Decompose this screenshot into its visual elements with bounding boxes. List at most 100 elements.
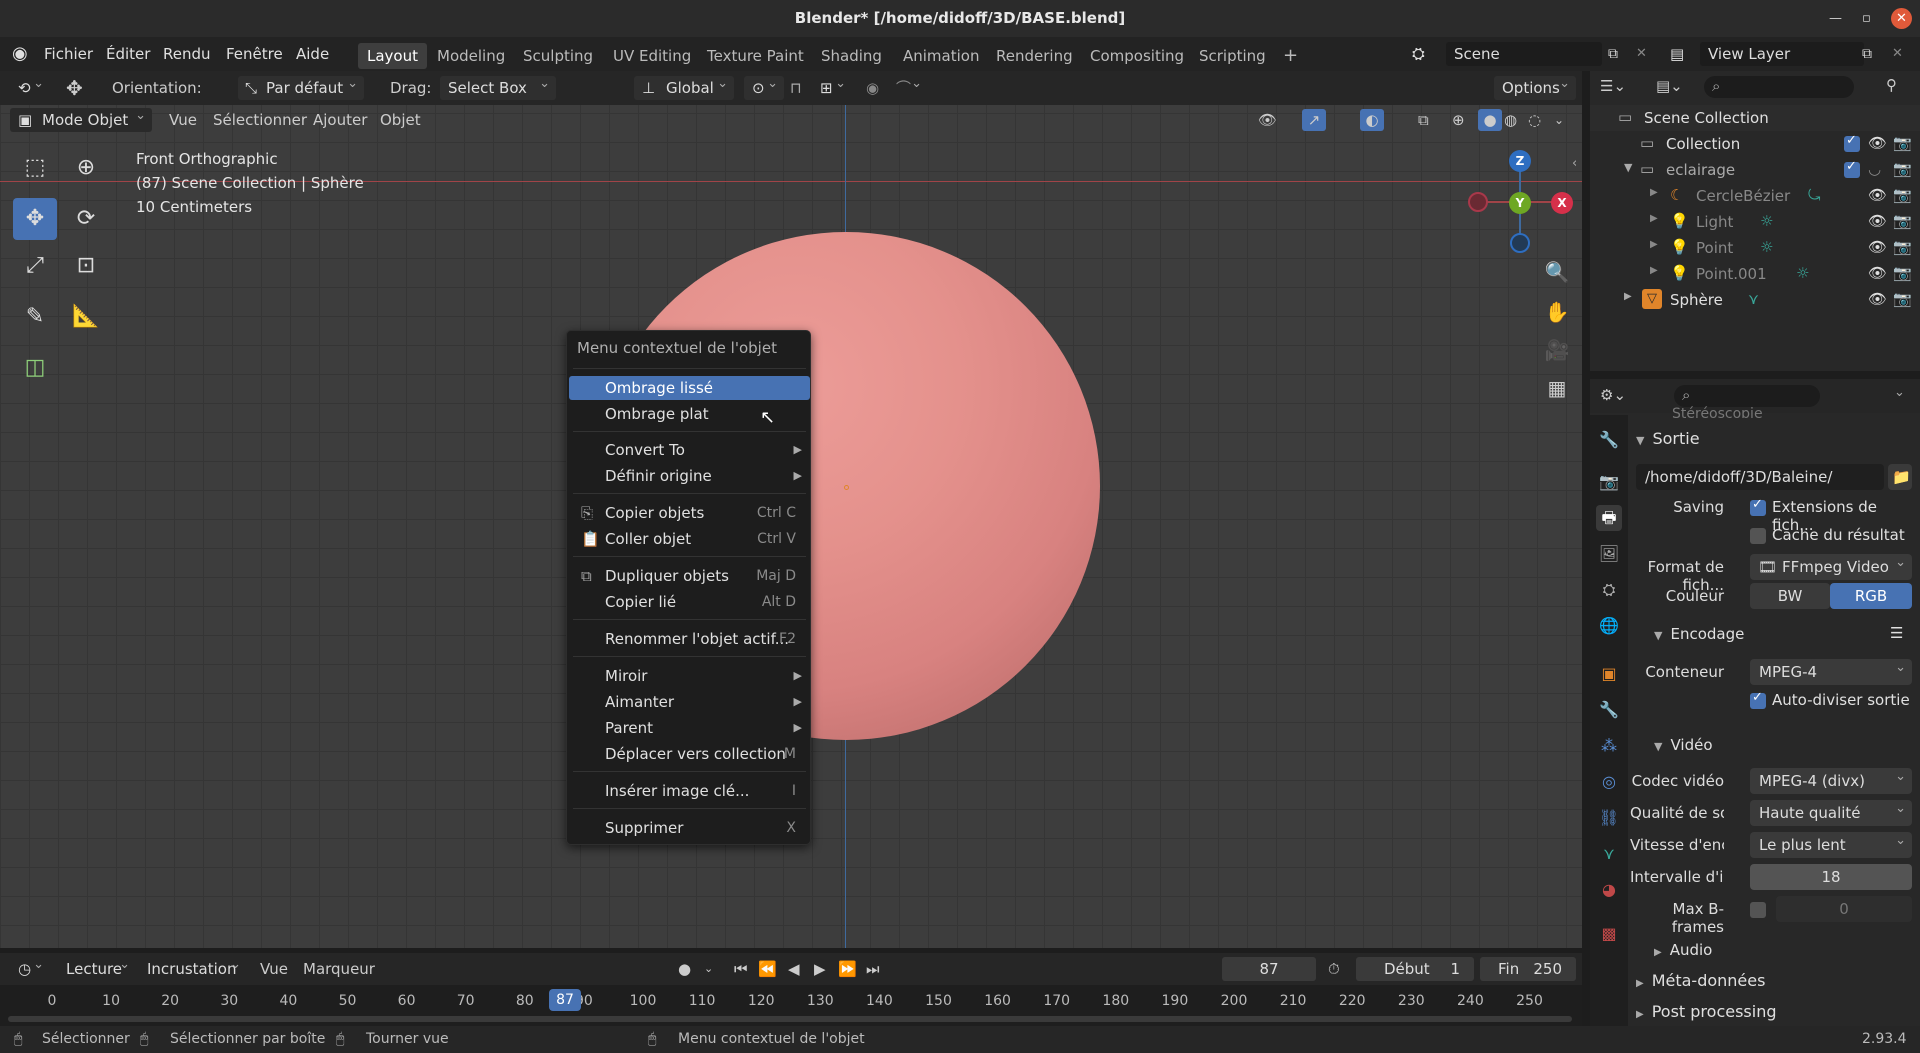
expand-arrow-icon[interactable]: ▶ xyxy=(1650,265,1658,276)
panel-options-chevron-icon[interactable]: ⌄ xyxy=(1894,385,1905,400)
menu-item-aimanter[interactable]: Aimanter ▶ xyxy=(569,690,810,714)
timeline-area[interactable]: 0 10 20 30 40 50 60 70 80 90 100 110 120 130 140 150 160… xyxy=(0,985,1582,1026)
tab-animation[interactable]: Animation xyxy=(894,43,988,69)
outliner-editor-icon[interactable]: ☰⌄ xyxy=(1600,77,1626,95)
properties-editor-icon[interactable]: ⚙⌄ xyxy=(1600,386,1626,404)
solid-shading-icon[interactable]: ● xyxy=(1478,109,1502,131)
video-codec-dropdown[interactable]: MPEG-4 (divx) xyxy=(1750,764,1912,794)
menu-editer[interactable]: Éditer xyxy=(106,37,150,71)
preview-range-icon[interactable]: ⏱ xyxy=(1328,953,1340,985)
stereoscopy-section-partial[interactable]: Stéréoscopie xyxy=(1672,406,1763,418)
timeline-scrollbar[interactable] xyxy=(8,1016,1572,1022)
camera-icon[interactable]: 📷 xyxy=(1893,160,1912,178)
prev-keyframe-icon[interactable]: ⏪ xyxy=(758,953,777,985)
tab-sculpting[interactable]: Sculpting xyxy=(514,43,602,69)
keying-chevron-icon[interactable]: ⌄ xyxy=(704,953,713,985)
outliner-row-light[interactable]: ▶ 💡 Light ☼ 👁 📷 xyxy=(1590,209,1920,235)
xray-icon[interactable]: ⧉ xyxy=(1418,105,1429,136)
display-mode-icon[interactable]: ▤⌄ xyxy=(1656,77,1683,95)
cache-result-checkbox[interactable] xyxy=(1750,528,1766,544)
orientation-dropdown[interactable]: ⤡ Par défaut xyxy=(238,72,364,100)
expand-arrow-icon[interactable]: ▶ xyxy=(1624,291,1632,302)
tab-shading[interactable]: Shading xyxy=(812,43,891,69)
play-icon[interactable]: ▶ xyxy=(814,953,826,985)
menu-selectionner[interactable]: Sélectionner xyxy=(213,105,307,136)
folder-browse-icon[interactable]: 📁 xyxy=(1888,464,1912,490)
menu-incrustation[interactable]: Incrustation xyxy=(139,953,247,981)
material-tab-icon[interactable]: ◕ xyxy=(1596,877,1622,903)
expand-arrow-icon[interactable]: ▶ xyxy=(1650,239,1658,250)
expand-arrow-icon[interactable]: ▶ xyxy=(1650,187,1658,198)
falloff-dropdown[interactable]: ⌒ xyxy=(888,72,928,100)
audio-section[interactable]: ▶ Audio xyxy=(1654,941,1712,959)
playhead-frame[interactable]: 87 xyxy=(549,989,581,1011)
measure-tool-icon[interactable]: 📐 xyxy=(64,296,108,338)
cursor-tool-icon[interactable]: ⊕ xyxy=(64,147,108,189)
expand-arrow-icon[interactable]: ▼ xyxy=(1624,161,1632,174)
outliner-search-input[interactable]: ⌕ xyxy=(1704,76,1854,98)
output-path-field[interactable]: /home/didoff/3D/Baleine/ xyxy=(1636,464,1884,490)
video-section[interactable]: ▼ Vidéo xyxy=(1654,736,1713,754)
camera-icon[interactable]: 📷 xyxy=(1893,134,1912,152)
output-tab-icon[interactable]: 🖶 xyxy=(1596,505,1622,531)
view-layer-icon[interactable]: ▤ xyxy=(1670,37,1684,71)
overlays-toggle-icon[interactable]: ◐ xyxy=(1360,109,1384,131)
menu-ajouter[interactable]: Ajouter xyxy=(313,105,367,136)
tool-tab-icon[interactable]: 🔧 xyxy=(1596,427,1622,453)
add-cube-tool-icon[interactable]: ◫ xyxy=(13,347,57,389)
jump-end-icon[interactable]: ⏭ xyxy=(866,953,880,985)
menu-item-definir-origine[interactable]: Définir origine ▶ xyxy=(569,464,810,488)
color-rgb-button[interactable]: RGB xyxy=(1830,583,1912,609)
camera-icon[interactable]: 📷 xyxy=(1893,212,1912,230)
particles-tab-icon[interactable]: ⁂ xyxy=(1596,733,1622,759)
color-bw-button[interactable]: BW xyxy=(1750,583,1830,609)
view-layer-tab-icon[interactable]: 🖼 xyxy=(1596,541,1622,567)
outliner-row-cerclebezier[interactable]: ▶ ☾ CercleBézier ⤿ 👁 📷 xyxy=(1590,183,1920,209)
end-frame-field[interactable]: Fin 250 xyxy=(1480,957,1576,981)
output-quality-dropdown[interactable]: Haute qualité xyxy=(1750,796,1912,826)
data-tab-icon[interactable]: ⋎ xyxy=(1596,841,1622,867)
menu-aide[interactable]: Aide xyxy=(296,37,329,71)
menu-fichier[interactable]: Fichier xyxy=(44,37,93,71)
scene-icon[interactable]: ⛭ xyxy=(1412,37,1425,71)
move-tool-button[interactable]: ✥ xyxy=(13,198,57,240)
scale-tool-icon[interactable]: ⤢ xyxy=(13,245,57,287)
camera-view-icon[interactable]: 🎥 xyxy=(1540,333,1574,367)
menu-item-convert-to[interactable]: Convert To ▶ xyxy=(569,438,810,462)
menu-marqueur[interactable]: Marqueur xyxy=(303,953,375,985)
max-bframes-field[interactable]: 0 xyxy=(1776,896,1912,922)
encodage-section[interactable]: ▼ Encodage xyxy=(1654,625,1744,643)
gizmo-neg-z-axis[interactable] xyxy=(1510,233,1530,253)
encoding-speed-dropdown[interactable]: Le plus lent xyxy=(1750,828,1912,858)
tab-rendering[interactable]: Rendering xyxy=(987,43,1082,69)
container-dropdown[interactable]: MPEG-4 xyxy=(1750,655,1912,685)
outliner-row-sphere[interactable]: ▶ ▽ Sphère ⋎ 👁 📷 xyxy=(1590,287,1920,313)
menu-item-copier-lie[interactable]: Copier lié Alt D xyxy=(569,590,810,614)
remove-view-layer-icon[interactable]: ✕ xyxy=(1892,37,1903,71)
remove-scene-icon[interactable]: ✕ xyxy=(1636,37,1647,71)
camera-icon[interactable]: 📷 xyxy=(1893,186,1912,204)
new-scene-icon[interactable]: ⧉ xyxy=(1608,37,1618,71)
tool-settings-icon[interactable]: ⟲ xyxy=(10,72,50,100)
menu-item-copier-objets[interactable]: ⎘ Copier objets Ctrl C xyxy=(569,501,810,525)
constraints-tab-icon[interactable]: ⛓ xyxy=(1596,805,1622,831)
shading-options-chevron-icon[interactable]: ⌄ xyxy=(1554,105,1564,136)
gizmo-z-axis[interactable]: Z xyxy=(1509,150,1531,172)
new-view-layer-icon[interactable]: ⧉ xyxy=(1862,37,1872,71)
menu-item-renommer[interactable]: Renommer l'objet actif... F2 xyxy=(569,627,810,651)
file-extensions-checkbox[interactable] xyxy=(1750,497,1766,516)
menu-fenetre[interactable]: Fenêtre xyxy=(226,37,283,71)
tab-uv-editing[interactable]: UV Editing xyxy=(604,43,700,69)
outliner-row-eclairage[interactable]: ▼ ▭ eclairage ◡ 📷 xyxy=(1590,157,1920,183)
sidebar-toggle-icon[interactable]: ‹ xyxy=(1572,156,1577,171)
menu-item-parent[interactable]: Parent ▶ xyxy=(569,716,810,740)
modifiers-tab-icon[interactable]: 🔧 xyxy=(1596,697,1622,723)
rotate-tool-icon[interactable]: ⟳ xyxy=(64,198,108,240)
outliner-row-point[interactable]: ▶ 💡 Point ☼ 👁 📷 xyxy=(1590,235,1920,261)
menu-item-supprimer[interactable]: Supprimer X xyxy=(569,816,810,840)
autosplit-checkbox[interactable] xyxy=(1750,690,1766,709)
eye-icon[interactable]: 👁 xyxy=(1868,238,1887,256)
presets-list-icon[interactable]: ☰ xyxy=(1890,624,1903,642)
camera-icon[interactable]: 📷 xyxy=(1893,264,1912,282)
menu-lecture[interactable]: Lecture xyxy=(58,953,136,981)
